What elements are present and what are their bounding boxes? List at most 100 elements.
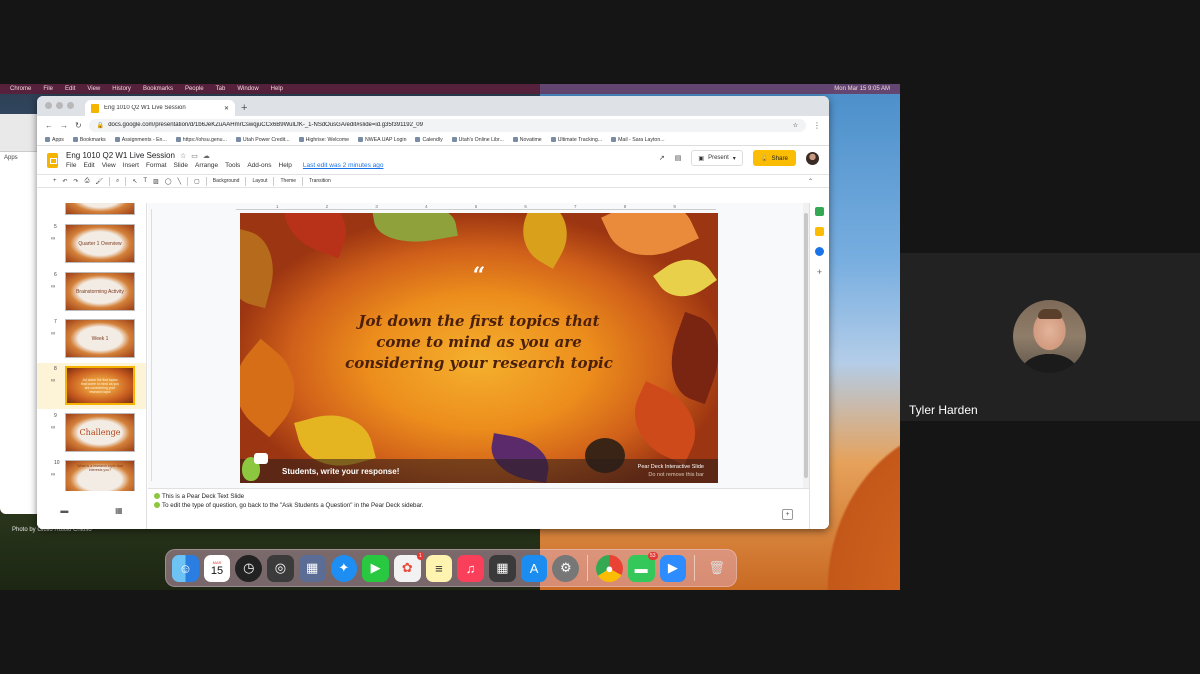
slide-prompt-text[interactable]: Jot down the first topics that come to m… <box>340 311 618 374</box>
menu-people[interactable]: People <box>185 86 204 92</box>
undo-icon[interactable]: ↶ <box>63 178 68 185</box>
extensions-icon[interactable]: ⋮ <box>813 121 821 130</box>
bookmark-item[interactable]: Utah's Online Libr... <box>451 137 504 143</box>
menu-view[interactable]: View <box>87 86 100 92</box>
slide-thumbnail[interactable]: Brainstorming Activity <box>65 272 135 311</box>
speaker-notes[interactable]: This is a Pear Deck Text Slide To edit t… <box>148 488 809 529</box>
image-icon[interactable]: ▨ <box>153 178 159 185</box>
url-text[interactable]: docs.google.com/presentation/d/1b6JeKZuA… <box>108 122 788 128</box>
bookmark-item[interactable]: Mail - Sara Layton... <box>611 137 665 143</box>
tasks-addon-icon[interactable] <box>815 247 824 256</box>
trash-icon[interactable]: 🗑 <box>703 555 730 582</box>
finder-icon[interactable]: ☺ <box>172 554 199 582</box>
slide-filmstrip[interactable]: 5 ∞ Quarter 1 Overview 6 ∞ Brainstorming… <box>37 203 147 491</box>
filmstrip-row-selected[interactable]: 8 ∞ Jot down the first topics that come … <box>37 363 146 409</box>
collapse-toolbar-icon[interactable]: ⌃ <box>808 178 813 185</box>
google-slides-logo-icon[interactable] <box>47 152 58 168</box>
slides-menu-edit[interactable]: Edit <box>83 162 94 169</box>
doc-title[interactable]: Eng 1010 Q2 W1 Live Session <box>66 151 175 160</box>
slides-menu-addons[interactable]: Add-ons <box>247 162 271 169</box>
participant-video-tile[interactable]: Tyler Harden <box>900 253 1200 421</box>
last-edit-link[interactable]: Last edit was 2 minutes ago <box>303 162 384 169</box>
filmstrip-row[interactable]: 5 ∞ Quarter 1 Overview <box>37 221 146 267</box>
explore-button-icon[interactable]: + <box>782 509 793 520</box>
slides-menu-view[interactable]: View <box>102 162 116 169</box>
paint-format-icon[interactable]: 🖌 <box>95 178 103 185</box>
comment-add-icon[interactable]: ▢ <box>194 178 200 185</box>
scrollbar-thumb[interactable] <box>804 213 808 478</box>
add-addon-icon[interactable]: + <box>817 267 822 277</box>
new-tab-button[interactable]: + <box>241 102 247 114</box>
calendar-app-icon[interactable]: MAR 15 <box>203 554 231 582</box>
move-folder-icon[interactable]: ▭ <box>191 152 198 160</box>
chrome-icon[interactable]: ● <box>596 554 623 582</box>
minimize-window-icon[interactable] <box>56 102 63 109</box>
bookmark-item[interactable]: Ultimate Tracking... <box>550 137 602 143</box>
background-browser-window[interactable]: Apps <box>0 114 40 514</box>
bookmark-item[interactable]: Utah Power Credit... <box>235 137 290 143</box>
bookmark-item[interactable]: Assignments - En... <box>114 137 167 143</box>
slide-thumbnail-selected[interactable]: Jot down the first topics that come to m… <box>65 366 135 405</box>
slides-menu-help[interactable]: Help <box>279 162 292 169</box>
slides-menu-format[interactable]: Format <box>146 162 167 169</box>
app-store-icon[interactable]: A <box>520 554 548 582</box>
calendar-addon-icon[interactable] <box>815 207 824 216</box>
redo-icon[interactable]: ↷ <box>74 178 79 185</box>
filmstrip-row[interactable]: 7 ∞ Week 1 <box>37 316 146 362</box>
zoom-icon[interactable]: ⌕ <box>116 178 119 185</box>
star-doc-icon[interactable]: ☆ <box>180 152 186 160</box>
music-icon[interactable]: ♫ <box>457 554 485 582</box>
menu-tab[interactable]: Tab <box>216 86 226 92</box>
address-bar[interactable]: 🔒 docs.google.com/presentation/d/1b6JeKZ… <box>88 118 806 132</box>
layout-button[interactable]: Layout <box>252 178 267 184</box>
menu-chrome[interactable]: Chrome <box>10 86 31 92</box>
comments-icon[interactable]: ▤ <box>675 154 682 162</box>
shape-icon[interactable]: ◯ <box>165 178 172 185</box>
avatar[interactable] <box>806 151 819 165</box>
slide-thumbnail[interactable] <box>65 203 135 215</box>
current-slide[interactable]: “ Jot down the first topics that come to… <box>240 213 718 483</box>
select-cursor-icon[interactable]: ↖ <box>132 178 137 185</box>
background-button[interactable]: Background <box>213 178 240 184</box>
activity-trend-icon[interactable]: ↗ <box>659 154 665 162</box>
text-box-icon[interactable]: T <box>143 178 147 184</box>
chevron-down-icon[interactable]: ▾ <box>733 155 736 162</box>
bookmark-item[interactable]: Bookmarks <box>72 137 106 143</box>
bookmark-item[interactable]: Apps <box>45 137 64 143</box>
bookmark-item[interactable]: https://ohsu.genu... <box>175 137 227 143</box>
calculator-icon[interactable]: ▦ <box>489 554 516 582</box>
share-button[interactable]: 🔒 Share <box>752 150 796 166</box>
slide-thumbnail[interactable]: Week 1 <box>65 319 135 358</box>
messages-icon[interactable]: ▬ 53 <box>627 551 658 582</box>
star-icon[interactable]: ☆ <box>793 122 798 129</box>
keep-addon-icon[interactable] <box>815 227 824 236</box>
notes-app-icon[interactable]: ≡ <box>425 554 453 582</box>
slides-menu-insert[interactable]: Insert <box>123 162 139 169</box>
slides-menu-tools[interactable]: Tools <box>225 162 240 169</box>
menu-help[interactable]: Help <box>271 86 283 92</box>
bookmark-item[interactable]: NWEA UAP Login <box>358 137 406 143</box>
slides-menu-file[interactable]: File <box>66 162 76 169</box>
print-icon[interactable]: ⎙ <box>85 178 90 185</box>
new-slide-icon[interactable]: + <box>53 178 57 184</box>
safari-icon[interactable]: ✦ <box>330 554 358 582</box>
close-window-icon[interactable] <box>45 102 52 109</box>
menu-bookmarks[interactable]: Bookmarks <box>143 86 173 92</box>
maximize-window-icon[interactable] <box>67 102 74 109</box>
screenshot-icon[interactable]: ◎ <box>267 554 294 582</box>
forward-icon[interactable]: → <box>60 121 68 130</box>
line-icon[interactable]: ╲ <box>177 178 181 185</box>
photos-icon[interactable]: ✿ 1 <box>393 551 424 582</box>
tab-slides[interactable]: Eng 1010 Q2 W1 Live Session ✕ <box>85 100 235 116</box>
filmstrip-row[interactable]: 10 ∞ What is a research topic that inter… <box>37 457 146 491</box>
theme-button[interactable]: Theme <box>280 178 296 184</box>
reload-icon[interactable]: ↻ <box>75 121 82 130</box>
slide-thumbnail[interactable]: Quarter 1 Overview <box>65 224 135 263</box>
grid-view-icon[interactable]: ▦ <box>115 506 123 515</box>
clock-icon[interactable]: ◷ <box>235 554 263 582</box>
back-icon[interactable]: ← <box>45 121 53 130</box>
system-preferences-icon[interactable]: ⚙ <box>552 554 580 582</box>
launchpad-icon[interactable]: ▦ <box>298 554 326 582</box>
bookmark-item[interactable]: Calendly <box>415 137 443 143</box>
bookmark-item[interactable]: Novatime <box>512 137 542 143</box>
